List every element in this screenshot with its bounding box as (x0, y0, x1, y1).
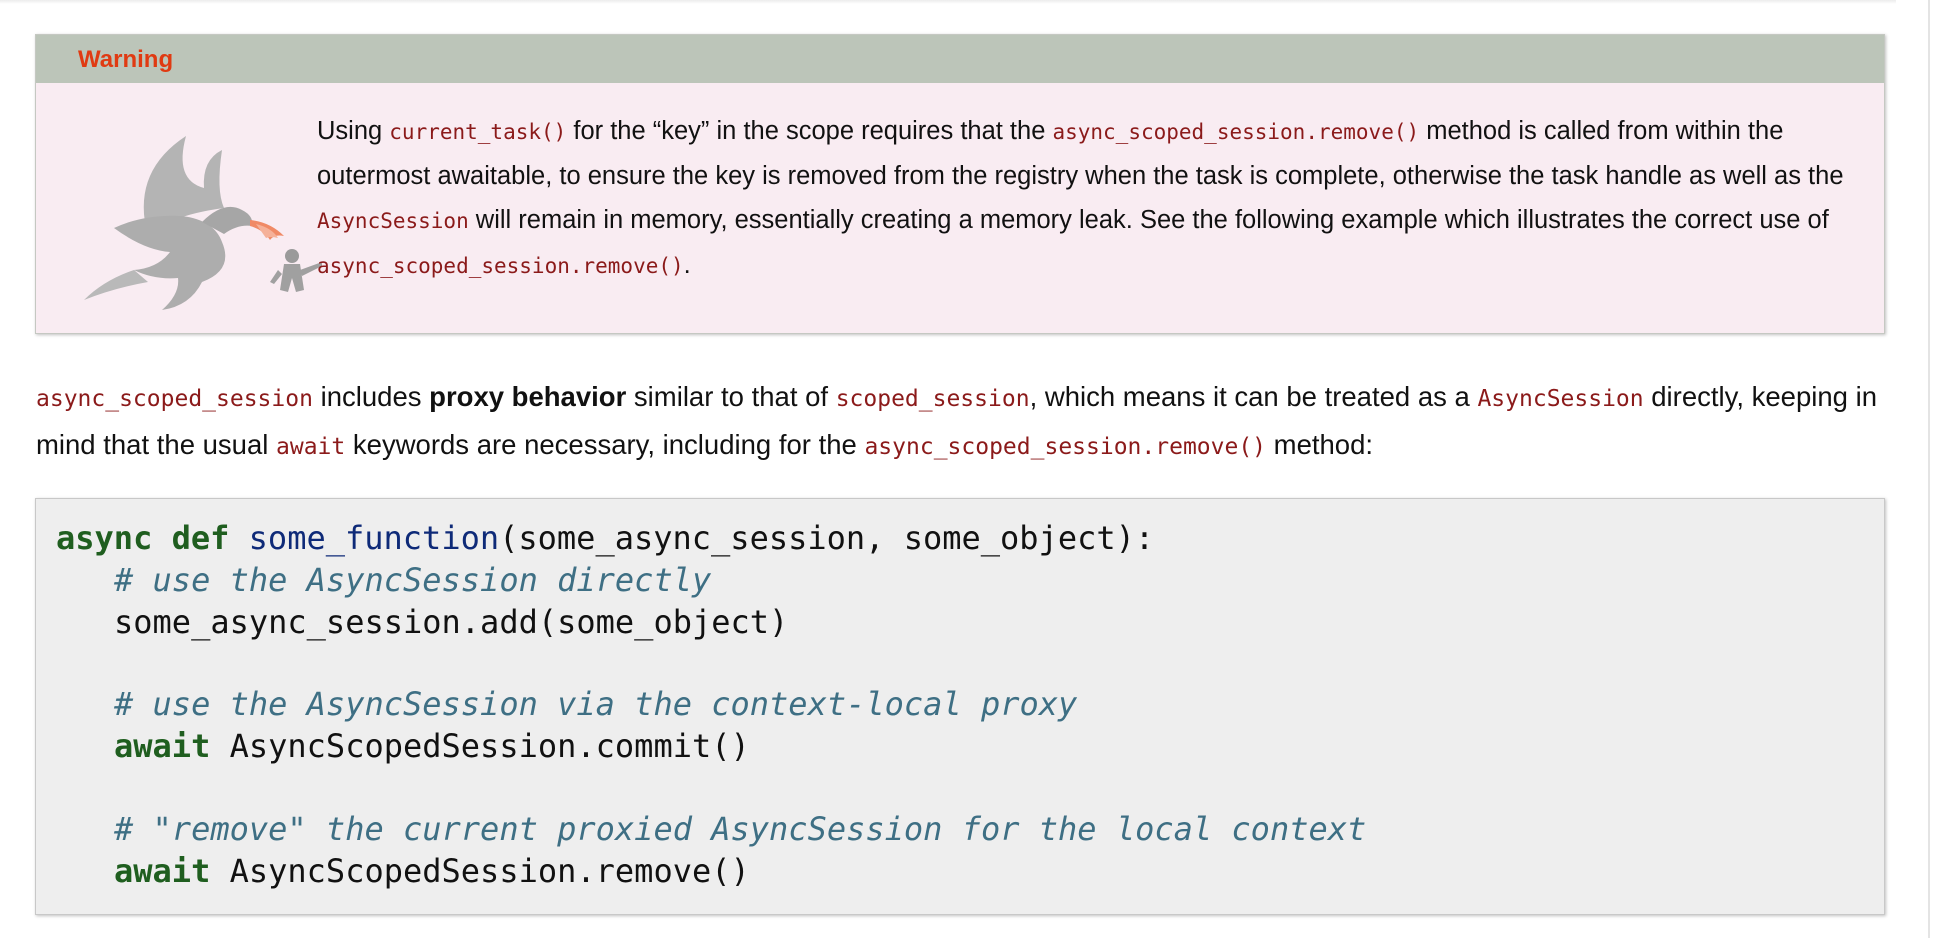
code-block: async def some_function(some_async_sessi… (35, 498, 1885, 915)
keyword: def (171, 519, 230, 557)
inline-code: current_task() (389, 120, 567, 144)
bold-text: proxy behavior (429, 381, 627, 412)
inline-code-link[interactable]: async_scoped_session (36, 386, 313, 412)
warning-header: Warning (36, 35, 1884, 83)
code-line: # "remove" the current proxied AsyncSess… (56, 808, 1366, 850)
keyword: await (114, 852, 211, 890)
text: Using (317, 117, 390, 145)
text: for the “key” in the scope requires that… (566, 117, 1053, 145)
text: . (683, 251, 691, 279)
scroll-edge (1928, 0, 1930, 938)
code-text: (some_async_session, some_object): (499, 519, 1155, 557)
top-edge (0, 0, 1896, 4)
keyword: await (114, 727, 211, 765)
text: will remain in memory, essentially creat… (468, 206, 1829, 234)
code-line: async def some_function(some_async_sessi… (56, 517, 1154, 559)
code-line: # use the AsyncSession directly (56, 559, 711, 601)
inline-code-link[interactable]: AsyncSession (1477, 386, 1643, 412)
text: includes (312, 381, 430, 412)
code-comment: # "remove" the current proxied AsyncSess… (114, 810, 1367, 848)
code-comment: # use the AsyncSession via the context-l… (114, 685, 1078, 723)
inline-code: AsyncSession (317, 209, 469, 233)
code-text: AsyncScopedSession.remove() (229, 852, 750, 890)
inline-code: async_scoped_session.remove() (317, 254, 684, 278)
warning-text: Using current_task() for the “key” in th… (317, 109, 1877, 288)
dragon-mascot-icon (84, 136, 322, 310)
warning-admonition: Warning Using current_task() for the “ke… (35, 34, 1885, 334)
inline-code-link[interactable]: async_scoped_session.remove() (864, 434, 1266, 460)
inline-code: async_scoped_session.remove() (1052, 120, 1420, 144)
code-comment: # use the AsyncSession directly (114, 561, 712, 599)
text: keywords are necessary, including for th… (345, 429, 865, 460)
body-paragraph: async_scoped_session includes proxy beha… (36, 374, 1896, 470)
code-text: AsyncScopedSession.commit() (229, 727, 750, 765)
keyword: async (56, 519, 153, 557)
warning-title: Warning (78, 46, 174, 73)
code-line: await AsyncScopedSession.commit() (56, 725, 750, 767)
code-line: some_async_session.add(some_object) (56, 601, 788, 643)
inline-code-link[interactable]: scoped_session (836, 386, 1030, 412)
inline-code: await (276, 434, 346, 460)
function-name: some_function (248, 519, 500, 557)
text: similar to that of (626, 381, 836, 412)
code-line: await AsyncScopedSession.remove() (56, 850, 750, 892)
text: , which means it can be treated as a (1029, 381, 1478, 412)
text: method: (1266, 429, 1374, 460)
code-text: some_async_session.add(some_object) (114, 603, 789, 641)
code-line: # use the AsyncSession via the context-l… (56, 683, 1077, 725)
